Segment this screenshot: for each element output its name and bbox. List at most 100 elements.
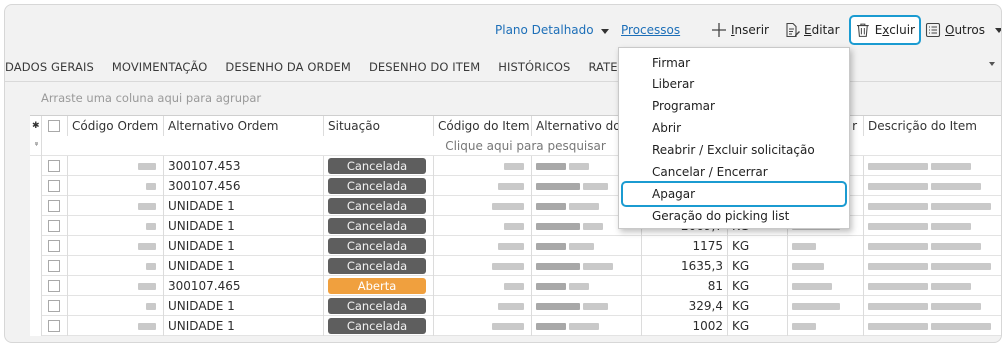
plus-icon	[712, 23, 726, 37]
situacao-cell: Cancelada	[324, 216, 434, 236]
status-badge: Cancelada	[328, 298, 426, 314]
descricao-item-cell	[864, 196, 1001, 216]
app-frame: Plano Detalhado Processos Inserir Editar…	[4, 4, 1002, 343]
menu-item-programar[interactable]: Programar	[652, 99, 715, 113]
table-row[interactable]: 300107.453 Cancelada	[30, 156, 1001, 176]
status-badge: Cancelada	[328, 218, 426, 234]
unidade-cell: KG	[728, 316, 788, 336]
row-checkbox[interactable]	[48, 280, 60, 292]
redacted-value	[868, 263, 928, 270]
redacted-value	[931, 203, 991, 210]
menu-item-apagar[interactable]: Apagar	[621, 181, 847, 207]
redacted-value	[931, 163, 971, 170]
row-select-cell	[42, 276, 68, 296]
col-header-codigo-item[interactable]: Código do Item	[434, 116, 532, 136]
alternativo-item-cell	[532, 276, 642, 296]
row-select-cell	[42, 296, 68, 316]
table-row[interactable]: UNIDADE 1 Cancelada 1635,3 KG	[30, 256, 1001, 276]
chevron-down-icon[interactable]	[601, 29, 609, 34]
unidade-cell: KG	[728, 236, 788, 256]
editar-button[interactable]: Editar	[780, 15, 844, 45]
redacted-value	[569, 323, 599, 330]
status-badge: Cancelada	[328, 158, 426, 174]
codigo-ordem-cell	[68, 156, 164, 176]
col-header-codigo-ordem[interactable]: Código Ordem	[68, 116, 164, 136]
redacted-value	[868, 203, 928, 210]
tab-dados-gerais[interactable]: DADOS GERAIS	[5, 60, 94, 74]
table-row[interactable]: UNIDADE 1 Cancelada 2069,7 KG	[30, 216, 1001, 236]
row-indicator	[30, 256, 42, 276]
row-checkbox[interactable]	[48, 200, 60, 212]
processos-menu-button[interactable]: Processos	[621, 23, 680, 37]
select-all-checkbox[interactable]	[48, 120, 60, 132]
table-row[interactable]: 300107.465 Aberta 81 KG	[30, 276, 1001, 296]
menu-item-cancelar-encerrar[interactable]: Cancelar / Encerrar	[652, 165, 768, 179]
redacted-value	[583, 183, 608, 190]
menu-item-geracao-do-picking-list[interactable]: Geração do picking list	[652, 209, 789, 223]
row-checkbox[interactable]	[48, 160, 60, 172]
col-header-situacao[interactable]: Situação	[324, 116, 434, 136]
alternativo-ordem-cell: UNIDADE 1	[164, 316, 324, 336]
col-header-alternativo-ordem[interactable]: Alternativo Ordem	[164, 116, 324, 136]
inserir-button[interactable]: Inserir	[707, 15, 773, 45]
redacted-value	[536, 303, 580, 310]
group-by-drop-zone[interactable]: Arraste uma coluna aqui para agrupar	[41, 91, 261, 105]
redacted-value	[536, 283, 566, 290]
redacted-value	[931, 263, 991, 270]
inserir-label-rest: nserir	[734, 23, 769, 37]
menu-item-abrir[interactable]: Abrir	[652, 121, 681, 135]
quantidade-cell: 81	[642, 276, 728, 296]
search-placeholder[interactable]: Clique aqui para pesquisar	[42, 136, 1001, 156]
redacted-value	[792, 303, 840, 310]
row-checkbox[interactable]	[48, 320, 60, 332]
row-checkbox[interactable]	[48, 220, 60, 232]
col-header-descricao-item[interactable]: Descrição do Item	[864, 116, 1001, 136]
table-row[interactable]: UNIDADE 1 Cancelada 1002 KG	[30, 316, 1001, 336]
row-checkbox[interactable]	[48, 240, 60, 252]
descricao-item-cell	[864, 176, 1001, 196]
chevron-down-icon[interactable]	[989, 62, 995, 66]
descricao-item-cell	[864, 316, 1001, 336]
plano-detalhado-link[interactable]: Plano Detalhado	[495, 23, 594, 37]
situacao-cell: Cancelada	[324, 296, 434, 316]
outros-menu-button[interactable]: Outros	[921, 15, 1001, 45]
alternativo-ordem-cell: UNIDADE 1	[164, 236, 324, 256]
menu-item-firmar[interactable]: Firmar	[652, 56, 690, 70]
row-select-cell	[42, 176, 68, 196]
redacted-value	[146, 303, 156, 310]
table-row[interactable]: UNIDADE 1 Cancelada	[30, 196, 1001, 216]
tab-desenho-do-item[interactable]: DESENHO DO ITEM	[369, 60, 480, 74]
redacted-value	[138, 243, 156, 250]
excluir-button[interactable]: Excluir	[849, 15, 921, 45]
table-row[interactable]: 300107.456 Cancelada	[30, 176, 1001, 196]
grid-search-row[interactable]: ᵠ Clique aqui para pesquisar	[30, 136, 1001, 156]
tab-movimentacao[interactable]: MOVIMENTAÇÃO	[112, 60, 208, 74]
redacted-value	[498, 243, 524, 250]
situacao-cell: Cancelada	[324, 316, 434, 336]
menu-item-liberar[interactable]: Liberar	[652, 77, 694, 91]
alternativo-ordem-cell: UNIDADE 1	[164, 196, 324, 216]
status-badge: Cancelada	[328, 198, 426, 214]
table-row[interactable]: UNIDADE 1 Cancelada 1175 KG	[30, 236, 1001, 256]
row-indicator	[30, 156, 42, 176]
row-select-cell	[42, 256, 68, 276]
menu-item-reabrir-excluir-solicitacao[interactable]: Reabrir / Excluir solicitação	[652, 143, 815, 157]
editar-label-key: E	[804, 23, 812, 37]
editar-label-rest: ditar	[811, 23, 840, 37]
tab-historicos[interactable]: HISTÓRICOS	[498, 60, 570, 74]
redacted-value	[138, 203, 156, 210]
redacted-value	[931, 243, 981, 250]
situacao-cell: Cancelada	[324, 196, 434, 216]
tab-desenho-da-ordem[interactable]: DESENHO DA ORDEM	[225, 60, 351, 74]
row-select-cell	[42, 236, 68, 256]
row-checkbox[interactable]	[48, 180, 60, 192]
table-row[interactable]: UNIDADE 1 Cancelada 329,4 KG	[30, 296, 1001, 316]
row-checkbox[interactable]	[48, 300, 60, 312]
row-checkbox[interactable]	[48, 260, 60, 272]
alternativo-item-cell	[532, 296, 642, 316]
alternativo-item-cell	[532, 256, 642, 276]
codigo-item-cell	[434, 176, 532, 196]
unidade-cell: KG	[728, 276, 788, 296]
redacted-value	[868, 163, 928, 170]
situacao-cell: Cancelada	[324, 156, 434, 176]
